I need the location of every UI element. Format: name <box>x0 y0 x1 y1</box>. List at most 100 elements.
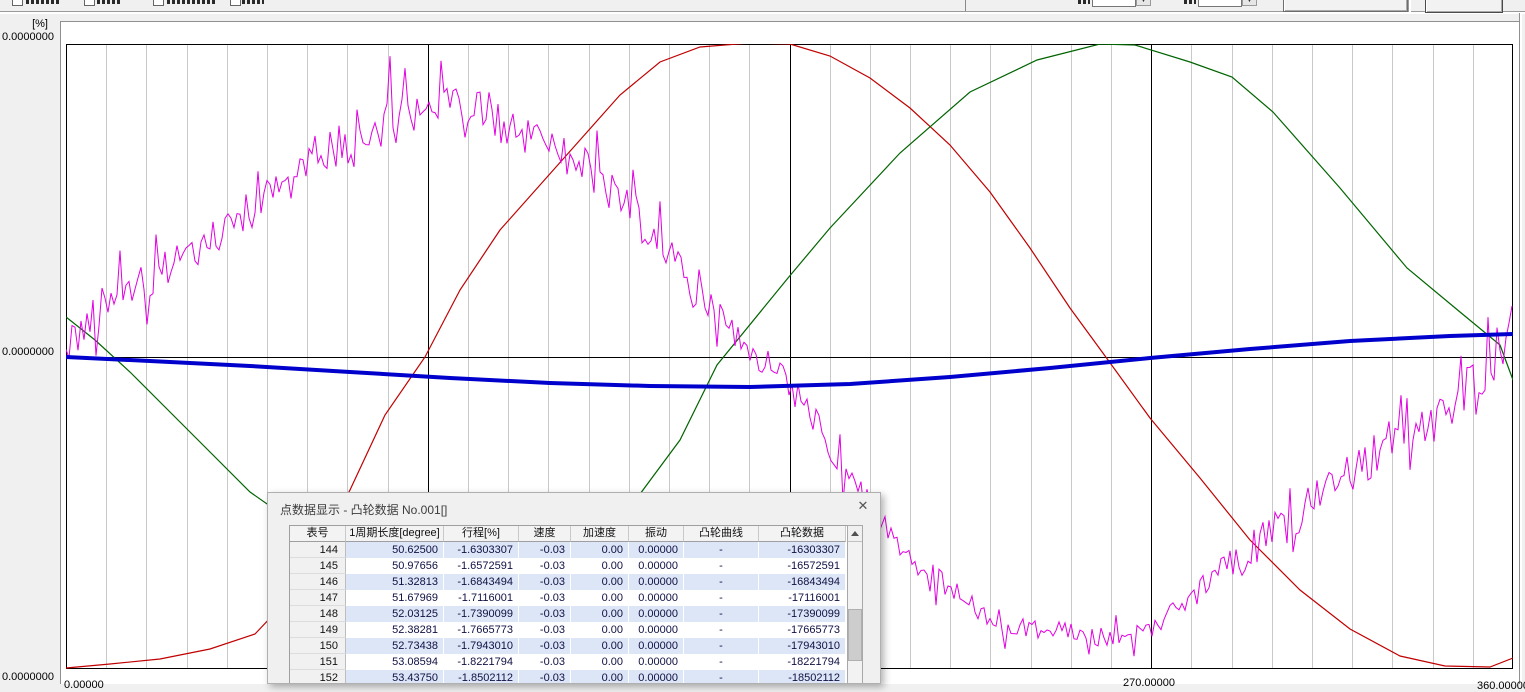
column-header[interactable]: 凸轮数据 <box>759 526 846 542</box>
toolbar-spin-label-2 <box>1184 0 1196 4</box>
toolbar-spinner-1[interactable]: ▲ ▼ <box>1136 0 1151 7</box>
toolbar-checkbox-4[interactable] <box>230 0 241 6</box>
column-header[interactable]: 振动 <box>629 526 684 542</box>
toolbar-spinner-2[interactable]: ▲ ▼ <box>1242 0 1257 7</box>
data-cell: 0.00 <box>571 638 629 654</box>
data-cell: -0.03 <box>519 638 571 654</box>
table-row[interactable]: 14651.32813-1.6843494-0.030.000.00000--1… <box>290 574 848 590</box>
table-header: 表号1周期长度[degree]行程[%]速度加速度振动凸轮曲线凸轮数据 <box>290 526 848 542</box>
data-cell: -16843494 <box>759 574 846 590</box>
toolbar-label-4 <box>242 0 264 4</box>
toolbar-checkbox-2[interactable] <box>84 0 95 6</box>
x-axis-label-0: 0.00000 <box>64 680 104 691</box>
data-cell: 53.43750 <box>346 670 444 684</box>
data-cell: -1.8502112 <box>444 670 519 684</box>
y-axis-label-middle: 0.0000000 <box>0 346 54 358</box>
data-cell: 0.00000 <box>629 542 684 558</box>
toolbar-separator <box>1408 0 1411 12</box>
toolbar-label-1 <box>26 0 60 4</box>
column-header[interactable]: 表号 <box>290 526 346 542</box>
data-cell: -0.03 <box>519 558 571 574</box>
data-cell: -1.7943010 <box>444 638 519 654</box>
data-cell: -0.03 <box>519 590 571 606</box>
row-header-cell: 146 <box>290 574 346 590</box>
y-axis-label-top: 0.0000000 <box>0 31 54 43</box>
toolbar-wide-button[interactable] <box>1283 0 1408 12</box>
table-row[interactable]: 15253.43750-1.8502112-0.030.000.00000--1… <box>290 670 848 684</box>
toolbar-spin-input-1[interactable] <box>1092 0 1136 7</box>
data-cell: 0.00 <box>571 590 629 606</box>
table-row[interactable]: 14852.03125-1.7390099-0.030.000.00000--1… <box>290 606 848 622</box>
spin-down-icon[interactable]: ▼ <box>1242 0 1257 6</box>
row-header-cell: 151 <box>290 654 346 670</box>
toolbar-label-2 <box>97 0 121 4</box>
toolbar-checkbox-1[interactable] <box>12 0 23 6</box>
data-cell: -17390099 <box>759 606 846 622</box>
table-row[interactable]: 14550.97656-1.6572591-0.030.000.00000--1… <box>290 558 848 574</box>
data-cell: - <box>684 606 759 622</box>
scrollbar-thumb[interactable] <box>848 609 862 661</box>
close-icon[interactable]: ✕ <box>854 497 872 515</box>
data-cell: 0.00 <box>571 574 629 590</box>
column-header[interactable]: 凸轮曲线 <box>684 526 759 542</box>
app-window: { "colors":{"window_bg":"#f0f0f0","plot_… <box>0 0 1525 684</box>
toolbar-label-3 <box>167 0 215 4</box>
data-cell: - <box>684 558 759 574</box>
y-axis-label-bottom: 0.0000000 <box>0 671 54 683</box>
data-cell: 52.03125 <box>346 606 444 622</box>
table-row[interactable]: 15153.08594-1.8221794-0.030.000.00000--1… <box>290 654 848 670</box>
spin-down-icon[interactable]: ▼ <box>1136 0 1151 6</box>
data-cell: - <box>684 654 759 670</box>
data-cell: 0.00000 <box>629 606 684 622</box>
data-cell: -16572591 <box>759 558 846 574</box>
data-cell: - <box>684 638 759 654</box>
table-row[interactable]: 14450.62500-1.6303307-0.030.000.00000--1… <box>290 542 848 558</box>
table-row[interactable]: 14751.67969-1.7116001-0.030.000.00000--1… <box>290 590 848 606</box>
data-cell: -16303307 <box>759 542 846 558</box>
row-header-cell: 144 <box>290 542 346 558</box>
data-cell: 0.00000 <box>629 574 684 590</box>
data-cell: 0.00000 <box>629 590 684 606</box>
data-cell: -17943010 <box>759 638 846 654</box>
toolbar-spin-input-2[interactable] <box>1198 0 1242 7</box>
data-cell: 0.00 <box>571 670 629 684</box>
scroll-up-icon[interactable] <box>848 526 862 542</box>
table-row[interactable]: 14952.38281-1.7665773-0.030.000.00000--1… <box>290 622 848 638</box>
column-header[interactable]: 行程[%] <box>444 526 519 542</box>
data-cell: -0.03 <box>519 670 571 684</box>
column-header[interactable]: 1周期长度[degree] <box>346 526 444 542</box>
data-cell: 0.00000 <box>629 670 684 684</box>
dialog-title: 点数据显示 - 凸轮数据 No.001[] <box>280 501 447 518</box>
data-cell: - <box>684 590 759 606</box>
data-cell: 0.00 <box>571 542 629 558</box>
row-header-cell: 150 <box>290 638 346 654</box>
data-cell: 53.08594 <box>346 654 444 670</box>
column-header[interactable]: 速度 <box>519 526 571 542</box>
data-cell: -1.7390099 <box>444 606 519 622</box>
row-header-cell: 149 <box>290 622 346 638</box>
data-cell: 50.97656 <box>346 558 444 574</box>
row-header-cell: 147 <box>290 590 346 606</box>
toolbar <box>0 0 966 11</box>
data-cell: 52.73438 <box>346 638 444 654</box>
data-cell: -0.03 <box>519 542 571 558</box>
table-row[interactable]: 15052.73438-1.7943010-0.030.000.00000--1… <box>290 638 848 654</box>
data-cell: -1.6843494 <box>444 574 519 590</box>
data-cell: 0.00000 <box>629 654 684 670</box>
dialog-scrollbar[interactable] <box>847 525 863 684</box>
data-cell: -0.03 <box>519 622 571 638</box>
data-cell: 52.38281 <box>346 622 444 638</box>
column-header[interactable]: 加速度 <box>571 526 629 542</box>
y-axis-unit: [%] <box>0 18 48 30</box>
data-cell: 0.00 <box>571 622 629 638</box>
x-axis-label-360: 360.00000 <box>1477 681 1525 692</box>
toolbar-checkbox-3[interactable] <box>153 0 164 6</box>
data-cell: -1.7116001 <box>444 590 519 606</box>
data-cell: 50.62500 <box>346 542 444 558</box>
data-cell: -0.03 <box>519 654 571 670</box>
data-cell: - <box>684 670 759 684</box>
toolbar-right-button[interactable] <box>1425 0 1503 13</box>
data-cell: 0.00 <box>571 654 629 670</box>
point-data-dialog: 点数据显示 - 凸轮数据 No.001[] ✕ 表号1周期长度[degree]行… <box>267 492 881 684</box>
data-cell: -17116001 <box>759 590 846 606</box>
